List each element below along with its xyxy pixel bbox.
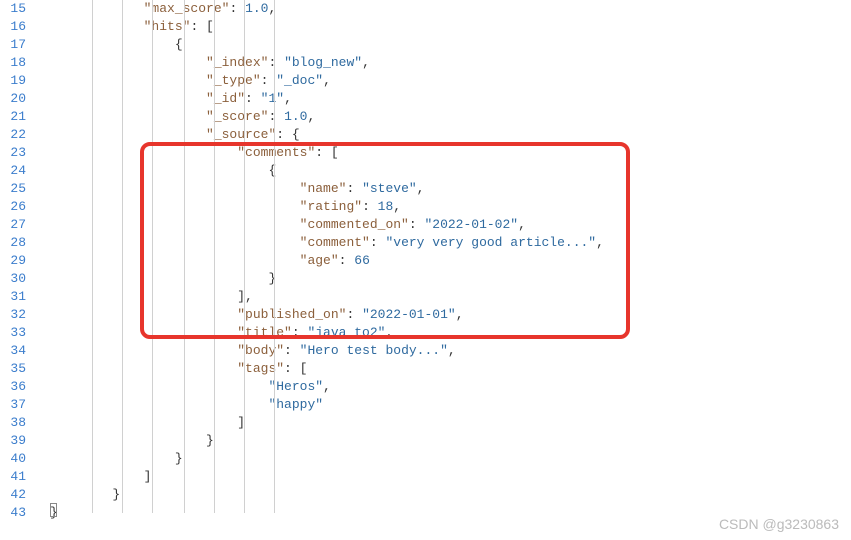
line-number: 28 [0,234,26,252]
code-area[interactable]: "max_score": 1.0, "hits": [ { "_index": … [36,0,851,540]
line-number: 40 [0,450,26,468]
code-line: ], [50,288,851,306]
line-number: 25 [0,180,26,198]
code-line: ] [50,468,851,486]
code-line: } [50,486,851,504]
code-line: "body": "Hero test body...", [50,342,851,360]
line-number: 27 [0,216,26,234]
line-number: 15 [0,0,26,18]
line-number: 38 [0,414,26,432]
code-line: "_source": { [50,126,851,144]
line-number: 16 [0,18,26,36]
line-number: 18 [0,54,26,72]
line-number: 26 [0,198,26,216]
line-number: 20 [0,90,26,108]
line-number: 33 [0,324,26,342]
line-number: 17 [0,36,26,54]
line-number: 19 [0,72,26,90]
line-number: 22 [0,126,26,144]
line-number: 41 [0,468,26,486]
watermark: CSDN @g3230863 [719,516,839,532]
line-number: 34 [0,342,26,360]
line-number: 43 [0,504,26,522]
line-number: 29 [0,252,26,270]
code-line: "hits": [ [50,18,851,36]
code-line: "tags": [ [50,360,851,378]
code-line: "comment": "very very good article...", [50,234,851,252]
code-line: } [50,270,851,288]
line-number: 42 [0,486,26,504]
line-number: 35 [0,360,26,378]
code-line: "comments": [ [50,144,851,162]
code-line: "name": "steve", [50,180,851,198]
code-line: "_type": "_doc", [50,72,851,90]
line-number: 39 [0,432,26,450]
line-number-gutter: 1516171819202122232425262728293031323334… [0,0,36,540]
code-line: } [50,450,851,468]
code-line: } [50,432,851,450]
code-line: "_index": "blog_new", [50,54,851,72]
code-line: "_score": 1.0, [50,108,851,126]
code-line: "max_score": 1.0, [50,0,851,18]
code-line: "title": "java to2", [50,324,851,342]
code-line: ] [50,414,851,432]
line-number: 24 [0,162,26,180]
code-line: "Heros", [50,378,851,396]
code-line: "_id": "1", [50,90,851,108]
line-number: 32 [0,306,26,324]
line-number: 37 [0,396,26,414]
code-line: "commented_on": "2022-01-02", [50,216,851,234]
line-number: 23 [0,144,26,162]
code-line: { [50,36,851,54]
code-line: { [50,162,851,180]
code-line: "published_on": "2022-01-01", [50,306,851,324]
line-number: 31 [0,288,26,306]
line-number: 21 [0,108,26,126]
code-line: "happy" [50,396,851,414]
code-line: "age": 66 [50,252,851,270]
line-number: 36 [0,378,26,396]
code-lines: "max_score": 1.0, "hits": [ { "_index": … [50,0,851,522]
code-editor: 1516171819202122232425262728293031323334… [0,0,851,540]
line-number: 30 [0,270,26,288]
cursor-marker [50,503,57,517]
code-line: "rating": 18, [50,198,851,216]
